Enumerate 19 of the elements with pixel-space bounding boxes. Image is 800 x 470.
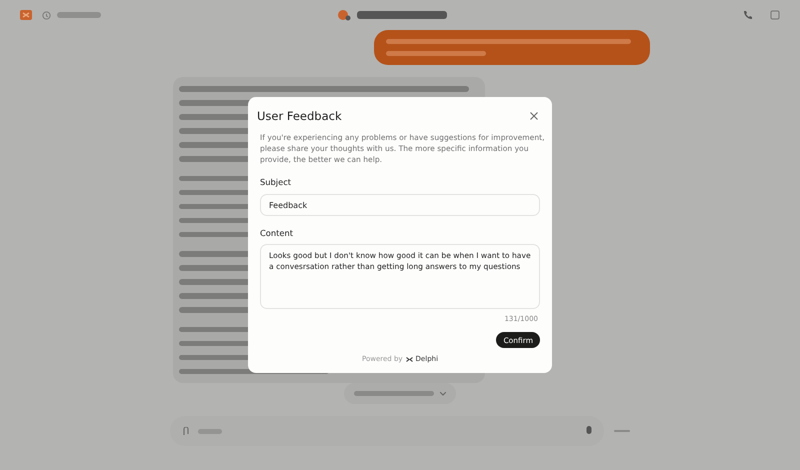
brand-logo-icon <box>406 356 413 362</box>
phone-icon[interactable] <box>742 10 752 20</box>
subject-input-field[interactable]: Feedback <box>260 194 540 216</box>
waveform-icon[interactable] <box>614 429 630 433</box>
suggested-questions-button[interactable] <box>344 383 456 404</box>
square-icon[interactable] <box>770 10 780 20</box>
content-label: Content <box>260 228 294 238</box>
dialog-title: User Feedback <box>257 109 342 123</box>
subject-label: Subject <box>260 177 292 188</box>
microphone-icon[interactable] <box>586 426 592 436</box>
history-icon[interactable] <box>42 10 51 20</box>
avatar-icon <box>336 9 350 21</box>
blurred-text-line <box>198 428 222 434</box>
close-icon[interactable] <box>530 112 538 120</box>
caret-icon <box>440 392 446 396</box>
blurred-text-line <box>57 12 101 18</box>
message-input-field[interactable] <box>170 416 604 446</box>
logo-icon <box>20 10 32 20</box>
paperclip-icon <box>182 426 190 436</box>
